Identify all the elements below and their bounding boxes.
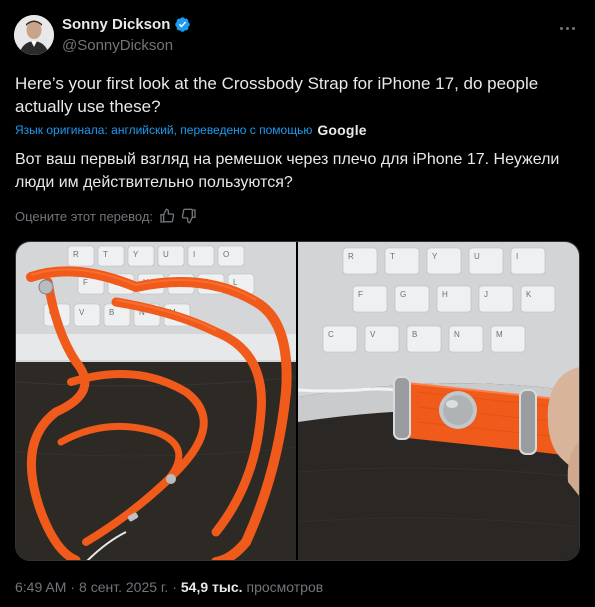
keyboard-key-label: L	[233, 278, 238, 287]
keyboard-key-label: R	[73, 250, 79, 259]
keyboard-key-label: B	[109, 308, 114, 317]
keyboard-key	[97, 245, 125, 267]
keyboard-key-label: O	[223, 250, 229, 259]
keyboard-key-label: V	[79, 308, 85, 317]
meta-separator: ·	[70, 579, 76, 595]
keyboard-key-label: M	[496, 330, 503, 339]
photo-strap-clip-closeup[interactable]: R T Y U I F G H J K C V B N M	[298, 242, 579, 560]
keyboard-key-label: Y	[133, 250, 139, 259]
rate-translation-label: Оцените этот перевод:	[15, 208, 154, 224]
views-label: просмотров	[246, 579, 324, 595]
keyboard-key	[187, 245, 215, 267]
keyboard-key-label: F	[83, 278, 88, 287]
keyboard-key-label: B	[412, 330, 417, 339]
keyboard-key-label: U	[474, 252, 480, 261]
author-name-row[interactable]: Sonny Dickson	[62, 16, 191, 33]
keyboard-key-label: Y	[432, 252, 438, 261]
keyboard-key-label: H	[442, 290, 448, 299]
keyboard-key-label: R	[348, 252, 354, 261]
translation-note[interactable]: Язык оригинала: английский, переведено с…	[15, 122, 367, 138]
tweet-text-original: Here’s your first look at the Crossbody …	[15, 74, 539, 116]
keyboard-key-label: J	[484, 290, 488, 299]
tweet-meta: 6:49 AM · 8 сент. 2025 г. · 54,9 тыс. пр…	[15, 579, 323, 595]
more-options-icon[interactable]	[557, 18, 577, 38]
keyboard-key-label: F	[358, 290, 363, 299]
tweet-time[interactable]: 6:49 AM	[15, 579, 66, 595]
rate-translation: Оцените этот перевод:	[15, 208, 197, 224]
thumbs-down-icon[interactable]	[181, 208, 197, 224]
media-grid[interactable]: R T Y U I O F G H J K L C V B N M R T Y U I F G H J K C …	[15, 241, 580, 561]
verified-badge-icon	[175, 17, 191, 32]
keyboard-key-label: N	[454, 330, 460, 339]
photo-strap-coiled[interactable]: RTYUIOFGHJKLCVBNM	[16, 242, 296, 560]
keyboard-key	[73, 303, 101, 327]
author-handle[interactable]: @SonnyDickson	[62, 37, 173, 54]
keyboard-key-label: T	[103, 250, 108, 259]
keyboard-key	[127, 245, 155, 267]
author-name[interactable]: Sonny Dickson	[62, 16, 170, 33]
keyboard-key	[217, 245, 245, 267]
google-logo: Google	[317, 122, 367, 138]
keyboard-key-label: C	[328, 330, 334, 339]
tweet-date[interactable]: 8 сент. 2025 г.	[79, 579, 168, 595]
avatar[interactable]	[14, 15, 54, 55]
keyboard-key	[157, 245, 185, 267]
keyboard-key-label: I	[516, 252, 518, 261]
meta-separator-2: ·	[172, 579, 177, 595]
views-count: 54,9 тыс.	[180, 579, 243, 595]
keyboard-key-label: T	[390, 252, 395, 261]
tweet-text-translated: Вот ваш первый взгляд на ремешок через п…	[15, 151, 560, 191]
keyboard-key-label: U	[163, 250, 169, 259]
keyboard-key-label: K	[526, 290, 532, 299]
keyboard-key-label: G	[400, 290, 406, 299]
thumbs-up-icon[interactable]	[159, 208, 175, 224]
keyboard-key-label: I	[193, 250, 195, 259]
keyboard-key-label: V	[370, 330, 376, 339]
translation-note-label[interactable]: Язык оригинала: английский, переведено с…	[15, 123, 312, 137]
keyboard-key	[67, 245, 95, 267]
